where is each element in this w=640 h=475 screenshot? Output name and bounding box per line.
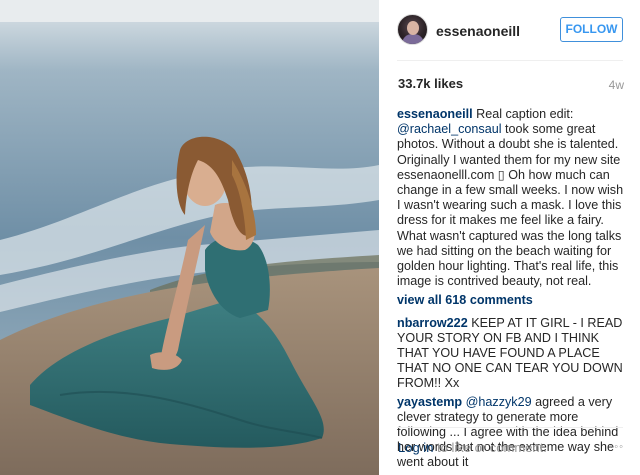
- likes-count[interactable]: 33.7k likes: [398, 76, 463, 91]
- avatar-face-shape: [407, 21, 419, 35]
- comment-item: yayastemp @hazzyk29 agreed a very clever…: [397, 395, 629, 471]
- comment-mention-link[interactable]: @hazzyk29: [466, 395, 532, 409]
- avatar[interactable]: [397, 14, 428, 45]
- post-photo[interactable]: [0, 0, 379, 475]
- caption-text: took some great photos. Without a doubt …: [397, 122, 624, 289]
- username-link[interactable]: essenaoneill: [436, 23, 520, 39]
- header-divider: [397, 60, 623, 61]
- login-link[interactable]: Log in: [398, 440, 433, 455]
- woman-on-beach-image: [0, 0, 379, 475]
- comments-list: essenaoneill Real caption edit: @rachael…: [397, 107, 629, 473]
- post-side-panel: essenaoneill FOLLOW 33.7k likes 4w essen…: [379, 0, 640, 475]
- caption-author-link[interactable]: essenaoneill: [397, 107, 473, 121]
- more-dots-icon[interactable]: ◦◦◦: [609, 441, 624, 453]
- caption-mention-link[interactable]: @rachael_consaul: [397, 122, 502, 136]
- login-prompt-text: to like or comment.: [437, 440, 547, 455]
- caption: essenaoneill Real caption edit: @rachael…: [397, 107, 629, 289]
- login-prompt: Log in to like or comment.: [398, 440, 547, 455]
- comment-item: nbarrow222 KEEP AT IT GIRL - I READ YOUR…: [397, 316, 629, 392]
- avatar-body-shape: [402, 34, 424, 44]
- follow-button[interactable]: FOLLOW: [560, 17, 623, 42]
- view-all-comments-link[interactable]: view all 618 comments: [397, 293, 629, 308]
- comment-author-link[interactable]: nbarrow222: [397, 316, 468, 330]
- post-header: essenaoneill FOLLOW: [379, 0, 640, 60]
- footer-divider: [397, 427, 623, 428]
- post-age[interactable]: 4w: [609, 78, 624, 92]
- comment-author-link[interactable]: yayastemp: [397, 395, 462, 409]
- caption-lead: Real caption edit:: [476, 107, 574, 121]
